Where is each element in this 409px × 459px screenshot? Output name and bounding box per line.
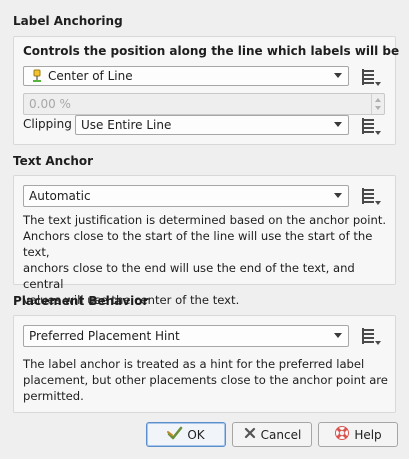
help-line: permitted. — [23, 389, 84, 403]
clipping-combo[interactable]: Use Entire Line — [75, 115, 349, 135]
data-defined-override-icon[interactable] — [360, 187, 382, 207]
spin-down-icon[interactable] — [375, 106, 381, 110]
ok-check-icon — [167, 426, 183, 443]
help-line: The text justification is determined bas… — [23, 213, 387, 227]
help-line: placement, but other placements close to… — [23, 373, 388, 387]
help-button[interactable]: Help — [318, 422, 398, 447]
placement-behavior-combo[interactable]: Preferred Placement Hint — [23, 325, 349, 347]
text-anchor-value: Automatic — [29, 189, 91, 203]
ok-button[interactable]: OK — [146, 422, 226, 447]
chevron-down-icon — [334, 333, 342, 338]
anchor-percent-spinbox[interactable]: 0.00 % — [23, 93, 385, 115]
help-line: The label anchor is treated as a hint fo… — [23, 357, 365, 371]
cancel-x-icon — [243, 426, 257, 443]
placement-behavior-value: Preferred Placement Hint — [29, 329, 180, 343]
clipping-value: Use Entire Line — [81, 118, 172, 132]
clipping-label: Clipping — [23, 117, 72, 131]
anchor-percent-value: 0.00 % — [29, 97, 71, 111]
label-anchoring-title: Label Anchoring — [13, 14, 123, 28]
label-anchoring-subtitle: Controls the position along the line whi… — [23, 44, 400, 58]
placement-behavior-title: Placement Behavior — [13, 294, 149, 308]
data-defined-override-icon[interactable] — [360, 68, 382, 88]
spin-buttons[interactable] — [371, 94, 384, 114]
help-line: Anchors close to the start of the line w… — [23, 229, 373, 259]
chevron-down-icon — [334, 193, 342, 198]
data-defined-override-icon[interactable] — [360, 117, 382, 137]
cancel-label: Cancel — [260, 427, 302, 442]
cancel-button[interactable]: Cancel — [232, 422, 312, 447]
help-line: anchors close to the end will use the en… — [23, 261, 355, 291]
text-anchor-combo[interactable]: Automatic — [23, 185, 349, 207]
ok-label: OK — [187, 427, 205, 442]
chevron-down-icon — [334, 73, 342, 78]
placement-behavior-help: The label anchor is treated as a hint fo… — [23, 356, 389, 404]
help-label: Help — [354, 427, 382, 442]
chevron-down-icon — [334, 122, 342, 127]
help-lifebuoy-icon — [334, 425, 350, 444]
spin-up-icon[interactable] — [375, 98, 381, 102]
pin-icon — [31, 69, 43, 86]
anchor-position-value: Center of Line — [48, 69, 133, 83]
anchor-position-combo[interactable]: Center of Line — [23, 66, 349, 86]
data-defined-override-icon[interactable] — [360, 327, 382, 347]
text-anchor-title: Text Anchor — [13, 154, 94, 168]
